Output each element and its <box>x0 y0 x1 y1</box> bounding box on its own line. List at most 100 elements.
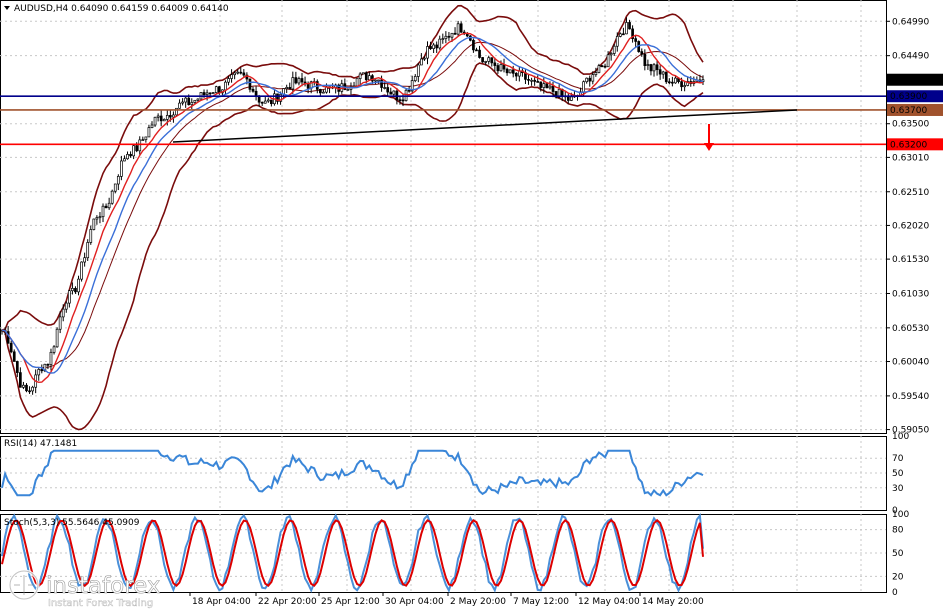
candle-body <box>640 51 644 55</box>
candle-body <box>444 35 448 39</box>
candle-body <box>150 124 154 128</box>
candle-body <box>132 145 135 157</box>
candle-body <box>64 302 68 310</box>
candle-body <box>395 90 399 101</box>
candle-body <box>600 65 604 68</box>
candle-body <box>83 257 87 263</box>
y-tick-label: 0.64490 <box>892 52 929 62</box>
watermark-brand: instaforex <box>46 573 161 599</box>
y-tick-label: 0.59540 <box>892 392 929 402</box>
candle-body <box>251 88 255 92</box>
y-tick-label: 0.61030 <box>892 289 929 299</box>
candle-body <box>606 54 610 68</box>
candle-body <box>193 99 197 103</box>
candle-body <box>190 102 194 106</box>
candle-body <box>551 85 555 92</box>
y-tick-label: 0.64990 <box>892 17 929 27</box>
watermark-tagline: Instant Forex Trading <box>48 598 153 609</box>
y-tick-label: 0.61530 <box>892 255 929 265</box>
candle-body <box>202 92 206 95</box>
candle-body <box>450 32 454 38</box>
candle-body <box>288 87 292 90</box>
candle-body <box>9 342 13 353</box>
x-tick-label: 2 May 20:00 <box>450 597 506 607</box>
candle-body <box>392 90 396 95</box>
candle-body <box>266 99 270 102</box>
candle-body <box>386 87 390 93</box>
candle-body <box>120 160 123 177</box>
candle-body <box>496 65 500 72</box>
candle-body <box>110 190 114 204</box>
candle-body <box>165 115 169 120</box>
candle-body <box>459 23 463 33</box>
candle-body <box>291 77 295 90</box>
candle-body <box>107 202 111 209</box>
candle-body <box>242 72 246 76</box>
candle-body <box>478 49 481 58</box>
candle-body <box>453 32 457 35</box>
rsi-tick-label: 100 <box>892 432 909 442</box>
candle-body <box>582 81 585 93</box>
candle-body <box>25 384 28 392</box>
candle-body <box>19 372 22 388</box>
candle-body <box>156 115 160 118</box>
candle-body <box>37 369 41 376</box>
candle-body <box>447 35 451 38</box>
rsi-title: RSI(14) 47.1481 <box>4 439 77 449</box>
candle-body <box>135 145 139 152</box>
candle-body <box>92 218 96 230</box>
candle-body <box>634 38 638 42</box>
candle-body <box>285 87 289 90</box>
candle-body <box>162 119 166 122</box>
candle-body <box>570 96 573 101</box>
candle-body <box>407 89 411 92</box>
candle-body <box>104 205 108 209</box>
candle-body <box>404 89 408 101</box>
stoch-tick-label: 50 <box>892 549 904 559</box>
candle-body <box>566 96 570 101</box>
candle-body <box>472 39 475 51</box>
y-tick-label: 0.63500 <box>892 120 929 130</box>
candle-body <box>74 288 77 293</box>
candle-body <box>169 115 172 118</box>
candle-body <box>98 216 102 219</box>
candle-body <box>432 44 435 49</box>
candle-body <box>625 22 628 35</box>
level-price-label: 0.63200 <box>890 140 927 150</box>
candle-body <box>383 87 386 89</box>
candle-body <box>585 77 589 83</box>
candle-body <box>233 72 236 76</box>
candle-body <box>77 278 80 293</box>
candle-body <box>539 81 543 88</box>
candle-body <box>374 79 377 82</box>
y-tick-label: 0.60040 <box>892 358 929 368</box>
candle-body <box>113 183 117 192</box>
candle-body <box>217 86 221 94</box>
candle-body <box>508 69 512 74</box>
candle-body <box>248 78 252 90</box>
x-tick-label: 18 Apr 04:00 <box>192 597 251 607</box>
candle-body <box>661 71 665 75</box>
candle-body <box>300 78 304 83</box>
candle-body <box>646 64 650 66</box>
candle-body <box>263 100 267 104</box>
candle-body <box>597 65 601 73</box>
candle-body <box>12 351 16 362</box>
candle-body <box>205 92 209 95</box>
candle-body <box>545 83 549 89</box>
candle-body <box>643 53 647 66</box>
candle-body <box>86 242 90 259</box>
candle-body <box>680 81 683 88</box>
candle-body <box>297 78 301 84</box>
candle-body <box>609 53 613 56</box>
candle-body <box>456 23 460 35</box>
stoch-title: Stoch(5,3,3) 55.5646 45.0909 <box>4 518 140 528</box>
candle-body <box>208 92 212 95</box>
candle-body <box>413 76 417 82</box>
x-tick-label: 22 Apr 20:00 <box>258 597 317 607</box>
candle-body <box>184 97 188 103</box>
candle-body <box>364 72 368 81</box>
candle-body <box>15 361 19 373</box>
x-tick-label: 14 May 20:00 <box>642 597 704 607</box>
candle-body <box>31 386 34 392</box>
